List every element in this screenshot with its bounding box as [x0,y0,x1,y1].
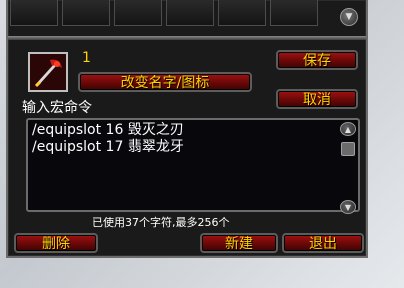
divider [8,36,366,40]
macro-slot[interactable] [62,0,110,26]
red-sword-icon [30,54,66,90]
cancel-button[interactable]: 取消 [276,89,358,109]
new-button[interactable]: 新建 [200,233,278,253]
scroll-thumb[interactable] [341,142,355,156]
exit-button[interactable]: 退出 [282,233,364,253]
slot-scroll-down-button[interactable]: ▼ [338,6,360,30]
arrow-up-icon[interactable]: ▲ [340,122,356,136]
macro-line: /equipslot 17 翡翠龙牙 [32,139,184,155]
macro-slot[interactable] [270,0,318,26]
macro-line: /equipslot 16 毁灭之刃 [32,122,184,138]
macro-slot[interactable] [10,0,58,26]
macro-slot[interactable] [218,0,266,26]
macro-slot-row [10,0,335,30]
command-label: 输入宏命令 [22,100,92,116]
editor-scrollbar[interactable]: ▲ ▼ [340,122,356,214]
macro-icon-button[interactable] [28,52,68,92]
macro-slot[interactable] [166,0,214,26]
rename-icon-button[interactable]: 改变名字/图标 [78,72,252,92]
macro-text: /equipslot 16 毁灭之刃 /equipslot 17 翡翠龙牙 [32,122,184,156]
macro-slot[interactable] [114,0,162,26]
character-count: 已使用37个字符,最多256个 [92,216,230,229]
delete-button[interactable]: 删除 [14,233,98,253]
save-button[interactable]: 保存 [276,50,358,70]
macro-index: 1 [82,50,91,66]
arrow-down-icon[interactable]: ▼ [340,200,356,214]
macro-text-editor[interactable]: /equipslot 16 毁灭之刃 /equipslot 17 翡翠龙牙 ▲ … [26,118,360,214]
arrow-down-icon: ▼ [340,8,358,26]
